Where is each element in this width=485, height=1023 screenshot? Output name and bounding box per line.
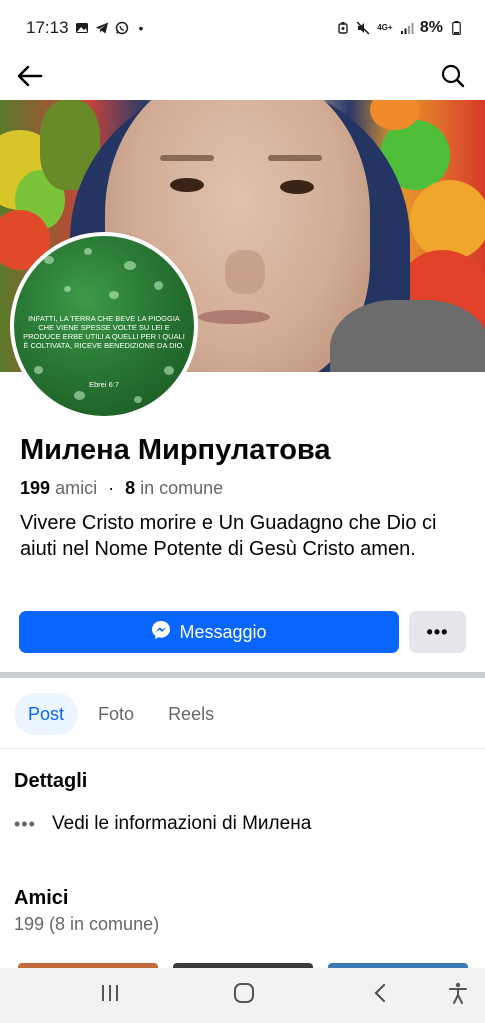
tabs-divider [0,748,485,749]
details-info-link[interactable]: ••• Vedi le informazioni di Милена [14,813,311,835]
accessibility-icon [448,982,468,1009]
fruit-decoration [410,180,485,260]
friends-count: 199 [20,478,51,498]
avatar-quote: INFATTI, LA TERRA CHE BEVE LA PIOGGIA CH… [23,314,185,350]
friends-label: amici [55,478,98,498]
more-icon: ••• [426,621,449,642]
more-options-button[interactable]: ••• [409,611,466,653]
eye-shape [280,180,314,194]
section-divider [0,672,485,678]
status-bar: 17:13 • 4G+ 8% [0,0,485,56]
battery-icon [449,21,463,35]
tab-reels[interactable]: Reels [154,693,228,735]
status-dot: • [138,20,144,36]
eye-shape [170,178,204,192]
avatar[interactable]: INFATTI, LA TERRA CHE BEVE LA PIOGGIA CH… [10,232,198,420]
water-drop [109,291,119,299]
message-button[interactable]: Messaggio [19,611,399,653]
water-drop [84,248,92,255]
profile-name: Милена Мирпулатова [20,434,331,466]
avatar-image: INFATTI, LA TERRA CHE BEVE LA PIOGGIA CH… [14,236,194,416]
more-dots-icon: ••• [14,813,36,834]
mutual-count: 8 [125,478,136,498]
search-icon [441,64,465,93]
recents-icon [100,984,120,1007]
chevron-left-icon [373,983,387,1008]
friends-summary[interactable]: 199 amici · 8 in comune [20,478,223,499]
profile-bio: Vivere Cristo morire e Un Guadagno che D… [20,512,437,560]
mutual-label: in comune [140,478,224,498]
arrow-left-icon [17,65,43,92]
brow-shape [160,155,214,161]
water-drop [74,391,85,400]
details-info-label: Vedi le informazioni di Милена [52,813,312,834]
battery-percent: 8% [419,19,443,36]
recents-button[interactable] [80,968,140,1023]
status-right: 4G+ 8% [336,19,463,37]
water-drop [34,366,43,374]
tab-foto[interactable]: Foto [84,693,148,735]
status-left: 17:13 • [26,18,143,38]
accessibility-button[interactable] [428,968,485,1023]
status-time: 17:13 [26,18,69,37]
nose-shape [225,250,265,294]
messenger-icon [151,620,171,645]
telegram-icon [95,21,109,35]
search-button[interactable] [435,60,471,96]
separator: · [108,478,115,498]
friends-title: Amici [14,887,69,909]
system-nav-bar [0,968,485,1023]
back-button[interactable] [12,60,48,96]
friends-subtitle: 199 (8 in comune) [14,914,160,934]
network-type: 4G+ [377,23,393,32]
back-nav-button[interactable] [350,968,410,1023]
mouth-shape [198,310,270,324]
water-drop [134,396,142,403]
alarm-icon [336,21,350,35]
home-icon [233,982,255,1009]
brow-shape [268,155,322,161]
water-drop [154,281,163,290]
water-drop [124,261,136,270]
whatsapp-icon [115,21,129,35]
message-button-label: Messaggio [179,621,267,642]
tab-post[interactable]: Post [14,693,79,735]
top-nav [0,56,485,100]
home-button[interactable] [214,968,274,1023]
mute-icon [356,21,370,35]
water-drop [44,256,54,264]
gallery-icon [75,21,89,35]
avatar-reference: Ebrei 6:7 [88,380,120,389]
hair-shape [330,300,485,372]
water-drop [164,366,174,375]
profile-tabs: Post Foto Reels [14,693,228,735]
water-drop [64,286,71,292]
signal-icon [400,21,414,35]
details-title: Dettagli [14,770,88,792]
